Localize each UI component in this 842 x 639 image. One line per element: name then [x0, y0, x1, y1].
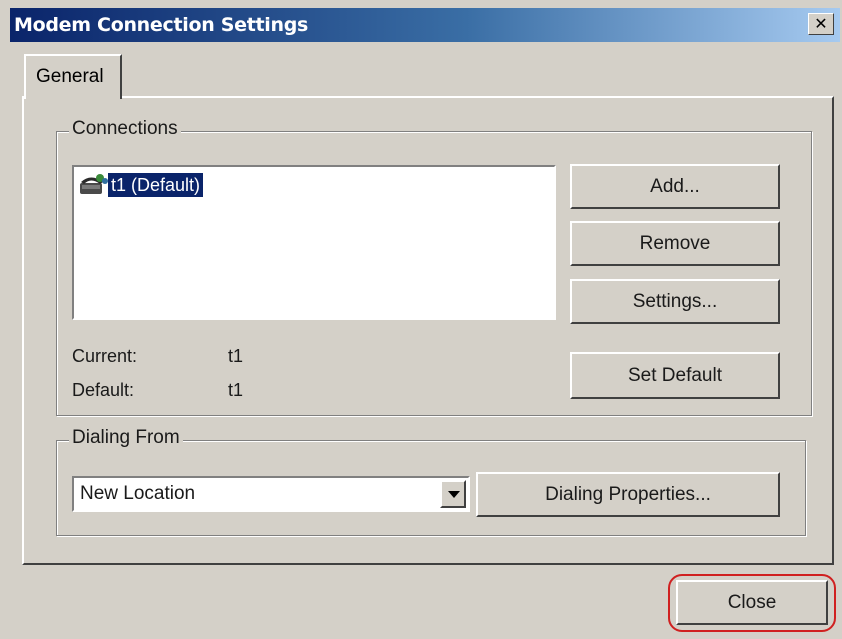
default-value: t1	[228, 380, 244, 400]
connection-label: t1 (Default)	[108, 173, 204, 197]
default-label: Default:	[72, 380, 135, 400]
connections-group-label: Connections	[69, 118, 181, 140]
close-icon: ✕	[814, 14, 828, 33]
connections-listbox[interactable]: t1 (Default)	[72, 165, 556, 320]
set-default-button[interactable]: Set Default	[570, 352, 780, 399]
settings-button[interactable]: Settings...	[570, 279, 780, 324]
dialing-from-group-label: Dialing From	[69, 427, 183, 449]
dialing-properties-button[interactable]: Dialing Properties...	[476, 472, 780, 517]
current-label: Current:	[72, 346, 138, 366]
current-value: t1	[228, 346, 244, 366]
tab-general-label: General	[36, 66, 104, 87]
chevron-down-icon[interactable]	[440, 480, 466, 508]
dialing-location-select[interactable]: New Location	[72, 476, 470, 512]
close-window-button[interactable]: ✕	[808, 13, 834, 35]
modem-connection-settings-window: Modem Connection Settings ✕ General Conn…	[0, 0, 842, 639]
add-button[interactable]: Add...	[570, 164, 780, 209]
annotation-highlight-circle	[668, 574, 836, 632]
title-bar[interactable]: Modem Connection Settings ✕	[10, 8, 840, 42]
window-title: Modem Connection Settings	[14, 14, 309, 36]
tab-general[interactable]: General	[24, 54, 122, 99]
dialing-location-value: New Location	[80, 483, 196, 504]
remove-button[interactable]: Remove	[570, 221, 780, 266]
modem-phone-icon	[80, 174, 108, 194]
